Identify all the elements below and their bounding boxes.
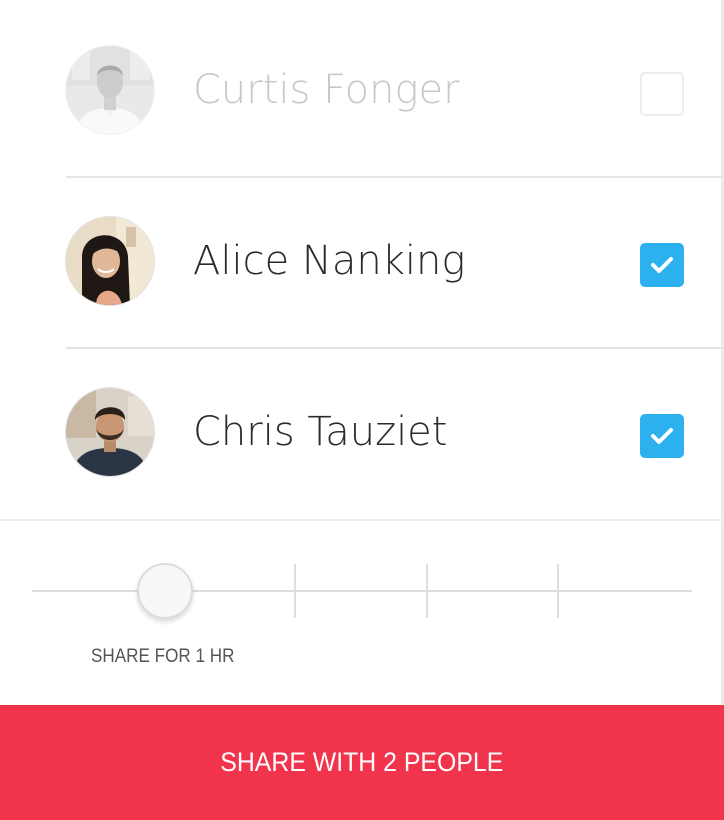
avatar — [66, 388, 154, 476]
contact-row-alice-nanking[interactable]: Alice Nanking — [0, 177, 724, 347]
contact-checkbox[interactable] — [640, 414, 684, 458]
section-divider — [0, 519, 724, 521]
slider-tick — [294, 564, 296, 618]
slider-tick — [557, 564, 559, 618]
person-photo-icon — [66, 46, 154, 134]
checkmark-icon — [651, 257, 673, 273]
share-location-screen: Curtis Fonger Alice Nanking Chris Tauzie… — [0, 0, 724, 820]
contact-name: Chris Tauziet — [193, 409, 448, 455]
contact-name: Alice Nanking — [193, 238, 466, 284]
contact-checkbox[interactable] — [640, 243, 684, 287]
slider-tick — [426, 564, 428, 618]
share-button-label: SHARE WITH 2 PEOPLE — [220, 747, 504, 777]
avatar — [66, 46, 154, 134]
slider-thumb[interactable] — [137, 563, 193, 619]
person-photo-icon — [66, 217, 154, 305]
contact-checkbox[interactable] — [640, 72, 684, 116]
person-photo-icon — [66, 388, 154, 476]
duration-label: SHARE FOR 1 HR — [91, 646, 235, 667]
contact-name: Curtis Fonger — [193, 67, 460, 113]
share-button[interactable]: SHARE WITH 2 PEOPLE — [0, 705, 724, 820]
duration-slider[interactable] — [32, 560, 692, 620]
avatar — [66, 217, 154, 305]
contact-row-chris-tauziet[interactable]: Chris Tauziet — [0, 348, 724, 518]
slider-track[interactable] — [32, 590, 692, 592]
checkmark-icon — [651, 428, 673, 444]
contact-row-curtis-fonger[interactable]: Curtis Fonger — [0, 6, 724, 176]
